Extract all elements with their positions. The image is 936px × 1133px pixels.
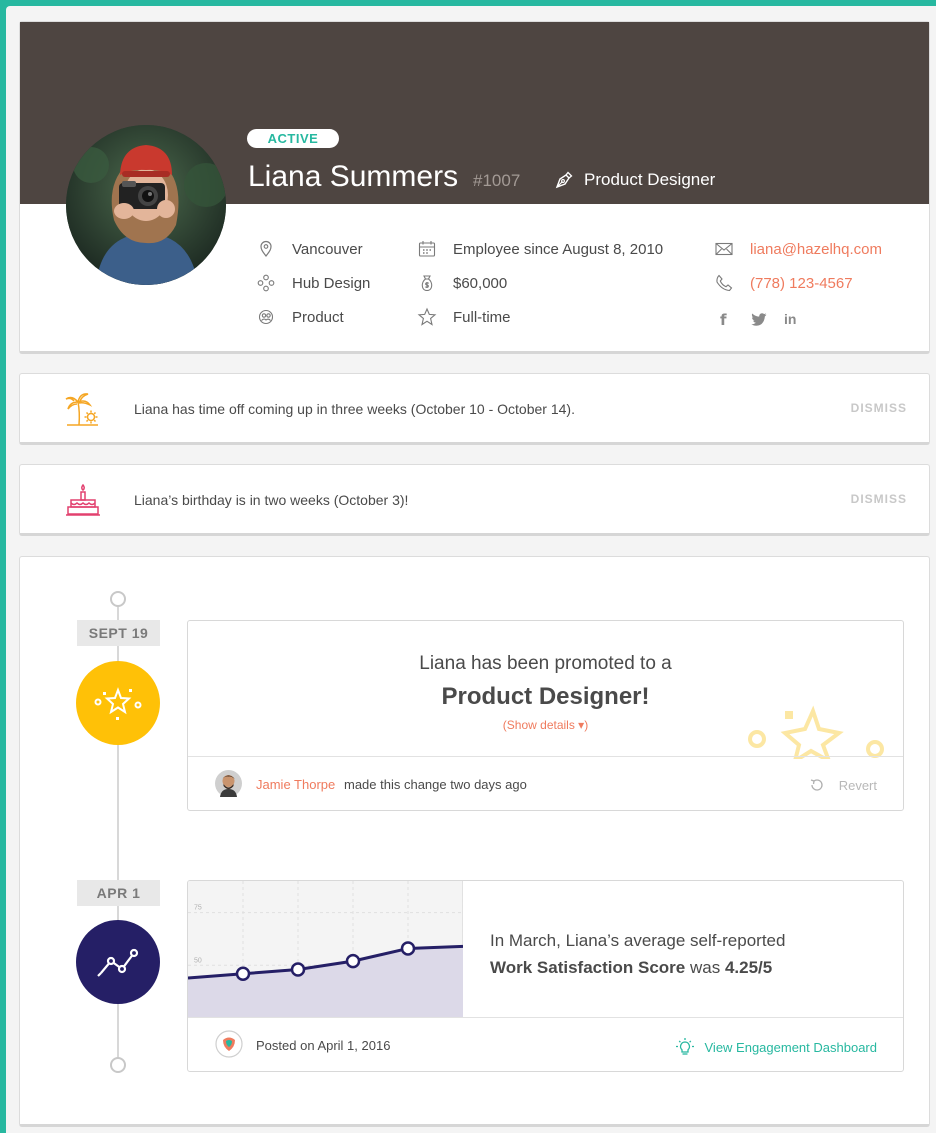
page-background: ACTIVE Liana Summers #1007 Product Desig… — [6, 6, 936, 1133]
phone-row[interactable]: (778) 123-4567 — [714, 273, 853, 293]
employee-since-row: Employee since August 8, 2010 — [417, 239, 663, 259]
map-pin-icon — [256, 239, 276, 259]
timeline-start-dot — [110, 591, 126, 607]
department-text: Product — [292, 308, 344, 326]
hazel-logo-icon — [215, 1030, 243, 1058]
promotion-line1: Liana has been promoted to a — [419, 653, 672, 674]
department-row: Product — [256, 307, 344, 327]
change-meta: made this change two days ago — [344, 777, 527, 792]
status-badge: ACTIVE — [247, 129, 339, 148]
timeline-card: SEPT 19 Liana has been promoted to a Pro… — [19, 556, 930, 1127]
revert-label: Revert — [838, 777, 877, 793]
department-icon — [256, 307, 276, 327]
location-text: Vancouver — [292, 240, 363, 258]
calendar-icon — [417, 239, 437, 259]
chart-point — [290, 962, 306, 977]
time-off-notice: Liana has time off coming up in three we… — [19, 373, 930, 445]
chart-point — [345, 953, 361, 969]
phone-icon — [714, 273, 734, 293]
team-row: Hub Design — [256, 273, 370, 293]
timeline-end-dot — [110, 1057, 126, 1073]
view-engagement-dashboard-link[interactable]: View Engagement Dashboard — [675, 1037, 878, 1057]
profile-card: ACTIVE Liana Summers #1007 Product Desig… — [19, 21, 930, 354]
palm-tree-icon — [65, 393, 98, 426]
revert-button[interactable]: Revert — [809, 777, 877, 793]
employment-type-text: Full-time — [453, 308, 511, 326]
employee-since-text: Employee since August 8, 2010 — [453, 240, 664, 258]
satisfaction-chart: 75 50 — [188, 881, 464, 1018]
avatar — [66, 125, 226, 285]
event-date: APR 1 — [77, 880, 160, 906]
chart-y-tick: 75 — [194, 905, 202, 912]
event-date: SEPT 19 — [77, 620, 160, 646]
location-row: Vancouver — [256, 239, 363, 259]
author-avatar — [215, 770, 242, 797]
engagement-line1: In March, Liana’s average self-reported — [490, 931, 786, 950]
view-dashboard-label: View Engagement Dashboard — [704, 1039, 878, 1055]
salary-row: $60,000 — [417, 273, 507, 293]
chart-y-tick: 50 — [194, 957, 202, 964]
star-icon — [417, 307, 437, 327]
chart-area — [188, 946, 463, 1018]
email-link[interactable]: liana@hazelhq.com — [750, 241, 882, 258]
envelope-icon — [714, 239, 734, 259]
metric-mid: was — [689, 958, 721, 977]
lightbulb-icon — [675, 1038, 694, 1055]
star-sparkle-icon — [94, 687, 142, 720]
metric-value: 4.25/5 — [724, 958, 773, 977]
show-details-link[interactable]: (Show details ▾) — [188, 718, 903, 732]
chart-point — [235, 966, 251, 981]
engagement-badge — [76, 920, 160, 1004]
author-link[interactable]: Jamie Thorpe — [256, 777, 335, 792]
facebook-icon[interactable]: f — [720, 311, 727, 329]
birthday-cake-icon — [66, 483, 100, 516]
employee-id: #1007 — [473, 171, 521, 190]
revert-icon — [810, 779, 823, 791]
chart-point — [400, 941, 416, 956]
engagement-footer: Posted on April 1, 2016 View Engagement … — [188, 1017, 903, 1071]
engagement-event-card: 75 50 In March, Liana’s average self-repo… — [187, 880, 904, 1072]
phone-link[interactable]: (778) 123-4567 — [750, 275, 853, 292]
satisfaction-chart-svg: 75 50 — [188, 881, 464, 1018]
time-off-text: Liana has time off coming up in three we… — [134, 401, 575, 417]
posted-date: Posted on April 1, 2016 — [256, 1038, 391, 1053]
employee-role: Product Designer — [584, 170, 716, 189]
team-text: Hub Design — [292, 274, 371, 292]
email-row[interactable]: liana@hazelhq.com — [714, 239, 882, 259]
line-chart-icon — [97, 948, 139, 977]
salary-text: $60,000 — [453, 274, 508, 292]
promotion-footer: Jamie Thorpe made this change two days a… — [188, 756, 903, 810]
promotion-badge — [76, 661, 160, 745]
pen-nib-icon — [555, 171, 573, 189]
promotion-title: Product Designer! — [441, 683, 650, 710]
dismiss-birthday-button[interactable]: DISMISS — [851, 492, 907, 506]
team-nodes-icon — [256, 273, 276, 293]
metric-label: Work Satisfaction Score — [490, 958, 686, 977]
engagement-line2: Work Satisfaction Score was 4.25/5 — [490, 954, 785, 981]
birthday-notice: Liana’s birthday is in two weeks (Octobe… — [19, 464, 930, 536]
promotion-event-card: Liana has been promoted to a Product Des… — [187, 620, 904, 811]
birthday-text: Liana’s birthday is in two weeks (Octobe… — [134, 492, 409, 508]
employment-type-row: Full-time — [417, 307, 511, 327]
employee-name: Liana Summers — [248, 160, 459, 193]
linkedin-icon[interactable]: in — [784, 311, 796, 327]
engagement-summary: In March, Liana’s average self-reported … — [490, 927, 785, 981]
twitter-icon[interactable] — [751, 313, 767, 326]
money-bag-icon — [417, 273, 437, 293]
dismiss-time-off-button[interactable]: DISMISS — [851, 401, 907, 415]
